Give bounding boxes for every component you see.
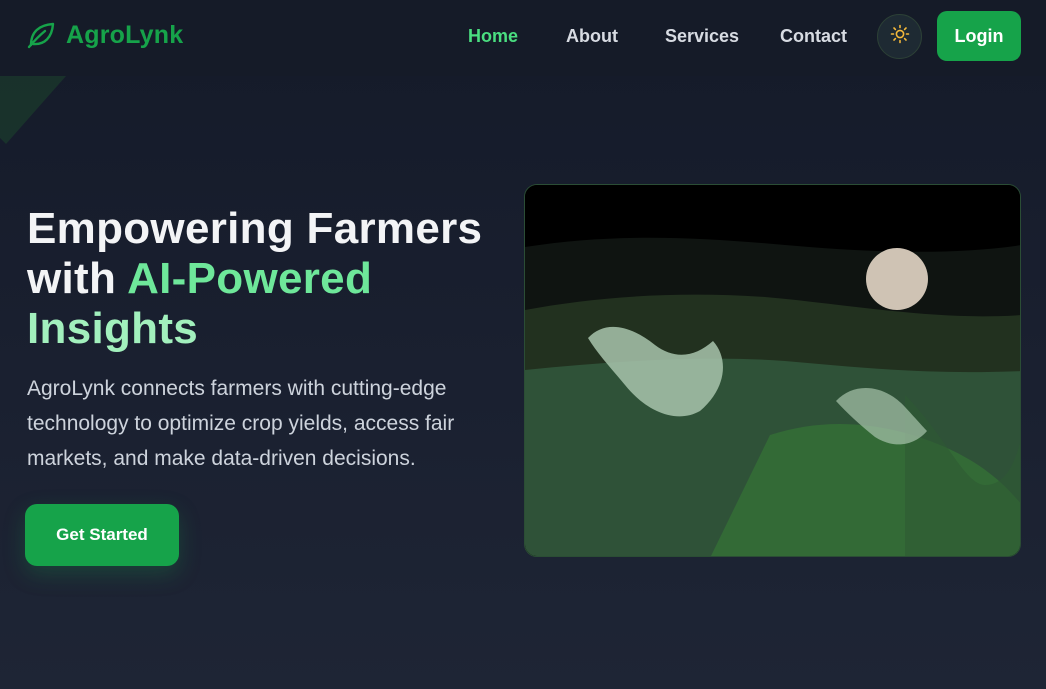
page: AgroLynk Home About Services Contact Log… (0, 0, 1046, 689)
hero-title: Empowering Farmers with AI-Powered Insig… (27, 204, 517, 354)
hero-title-highlight: AI-Powered (127, 254, 373, 303)
hero-title-highlight-2: Insights (27, 304, 199, 353)
hero-title-line1: Empowering Farmers (27, 204, 483, 253)
leaf-icon (26, 20, 56, 50)
brand-name: AgroLynk (66, 20, 184, 49)
hero-description: AgroLynk connects farmers with cutting-e… (27, 377, 455, 470)
nav-link-services[interactable]: Services (665, 26, 739, 47)
theme-toggle-button[interactable] (877, 14, 922, 59)
nav-link-home[interactable]: Home (468, 26, 518, 47)
hero-title-with: with (27, 254, 128, 303)
login-button[interactable]: Login (937, 11, 1021, 61)
corner-decoration (0, 76, 70, 146)
navbar: AgroLynk Home About Services Contact Log… (0, 0, 1046, 76)
sun-icon (890, 24, 910, 49)
moon-shape (866, 248, 928, 310)
farm-landscape-illustration (524, 184, 1021, 557)
brand-logo[interactable]: AgroLynk (26, 20, 183, 50)
nav-link-contact[interactable]: Contact (780, 26, 847, 47)
get-started-button[interactable]: Get Started (25, 504, 179, 566)
nav-link-about[interactable]: About (566, 26, 618, 47)
